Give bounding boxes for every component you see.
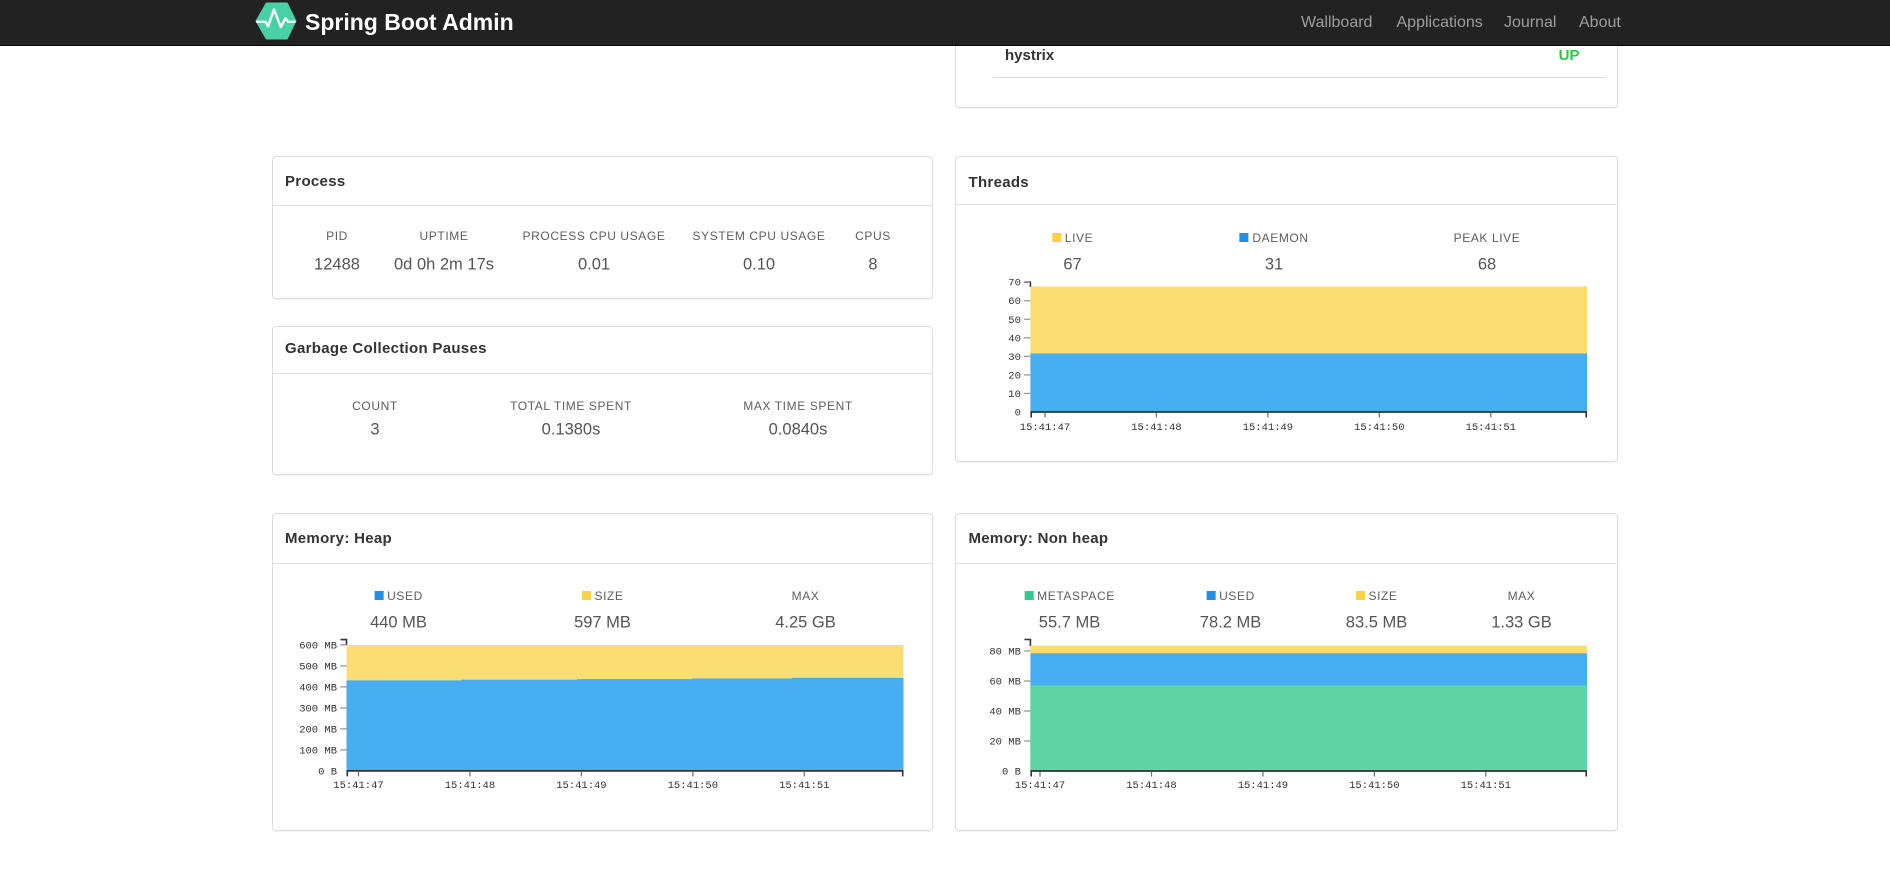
svg-text:15:41:48: 15:41:48 [1126, 780, 1176, 792]
svg-text:15:41:47: 15:41:47 [333, 780, 383, 792]
svg-text:15:41:49: 15:41:49 [556, 780, 606, 792]
svg-text:70: 70 [1008, 277, 1021, 289]
svg-text:15:41:51: 15:41:51 [1466, 422, 1516, 434]
svg-text:10: 10 [1008, 389, 1021, 401]
svg-text:15:41:47: 15:41:47 [1020, 422, 1070, 434]
svg-text:0: 0 [1015, 407, 1021, 419]
svg-text:300 MB: 300 MB [299, 704, 337, 716]
svg-text:15:41:48: 15:41:48 [1131, 422, 1181, 434]
svg-text:15:41:51: 15:41:51 [1461, 780, 1511, 792]
svg-text:15:41:47: 15:41:47 [1015, 780, 1065, 792]
svg-text:200 MB: 200 MB [299, 725, 337, 737]
svg-text:80 MB: 80 MB [989, 647, 1021, 659]
svg-text:15:41:49: 15:41:49 [1238, 780, 1288, 792]
svg-text:15:41:48: 15:41:48 [444, 780, 494, 792]
svg-text:500 MB: 500 MB [299, 662, 337, 674]
svg-text:60 MB: 60 MB [989, 677, 1021, 689]
svg-text:50: 50 [1008, 315, 1021, 327]
svg-text:40 MB: 40 MB [989, 707, 1021, 719]
svg-text:30: 30 [1008, 352, 1021, 364]
svg-text:400 MB: 400 MB [299, 683, 337, 695]
svg-text:15:41:50: 15:41:50 [667, 780, 717, 792]
svg-text:0 B: 0 B [1002, 767, 1021, 779]
svg-text:20: 20 [1008, 370, 1021, 382]
svg-text:0 B: 0 B [318, 767, 337, 779]
svg-text:600 MB: 600 MB [299, 641, 337, 653]
svg-text:100 MB: 100 MB [299, 746, 337, 758]
svg-text:40: 40 [1008, 333, 1021, 345]
svg-text:60: 60 [1008, 296, 1021, 308]
svg-text:15:41:49: 15:41:49 [1243, 422, 1293, 434]
svg-text:20 MB: 20 MB [989, 737, 1021, 749]
svg-text:15:41:50: 15:41:50 [1349, 780, 1399, 792]
svg-text:15:41:51: 15:41:51 [779, 780, 829, 792]
svg-text:15:41:50: 15:41:50 [1354, 422, 1404, 434]
